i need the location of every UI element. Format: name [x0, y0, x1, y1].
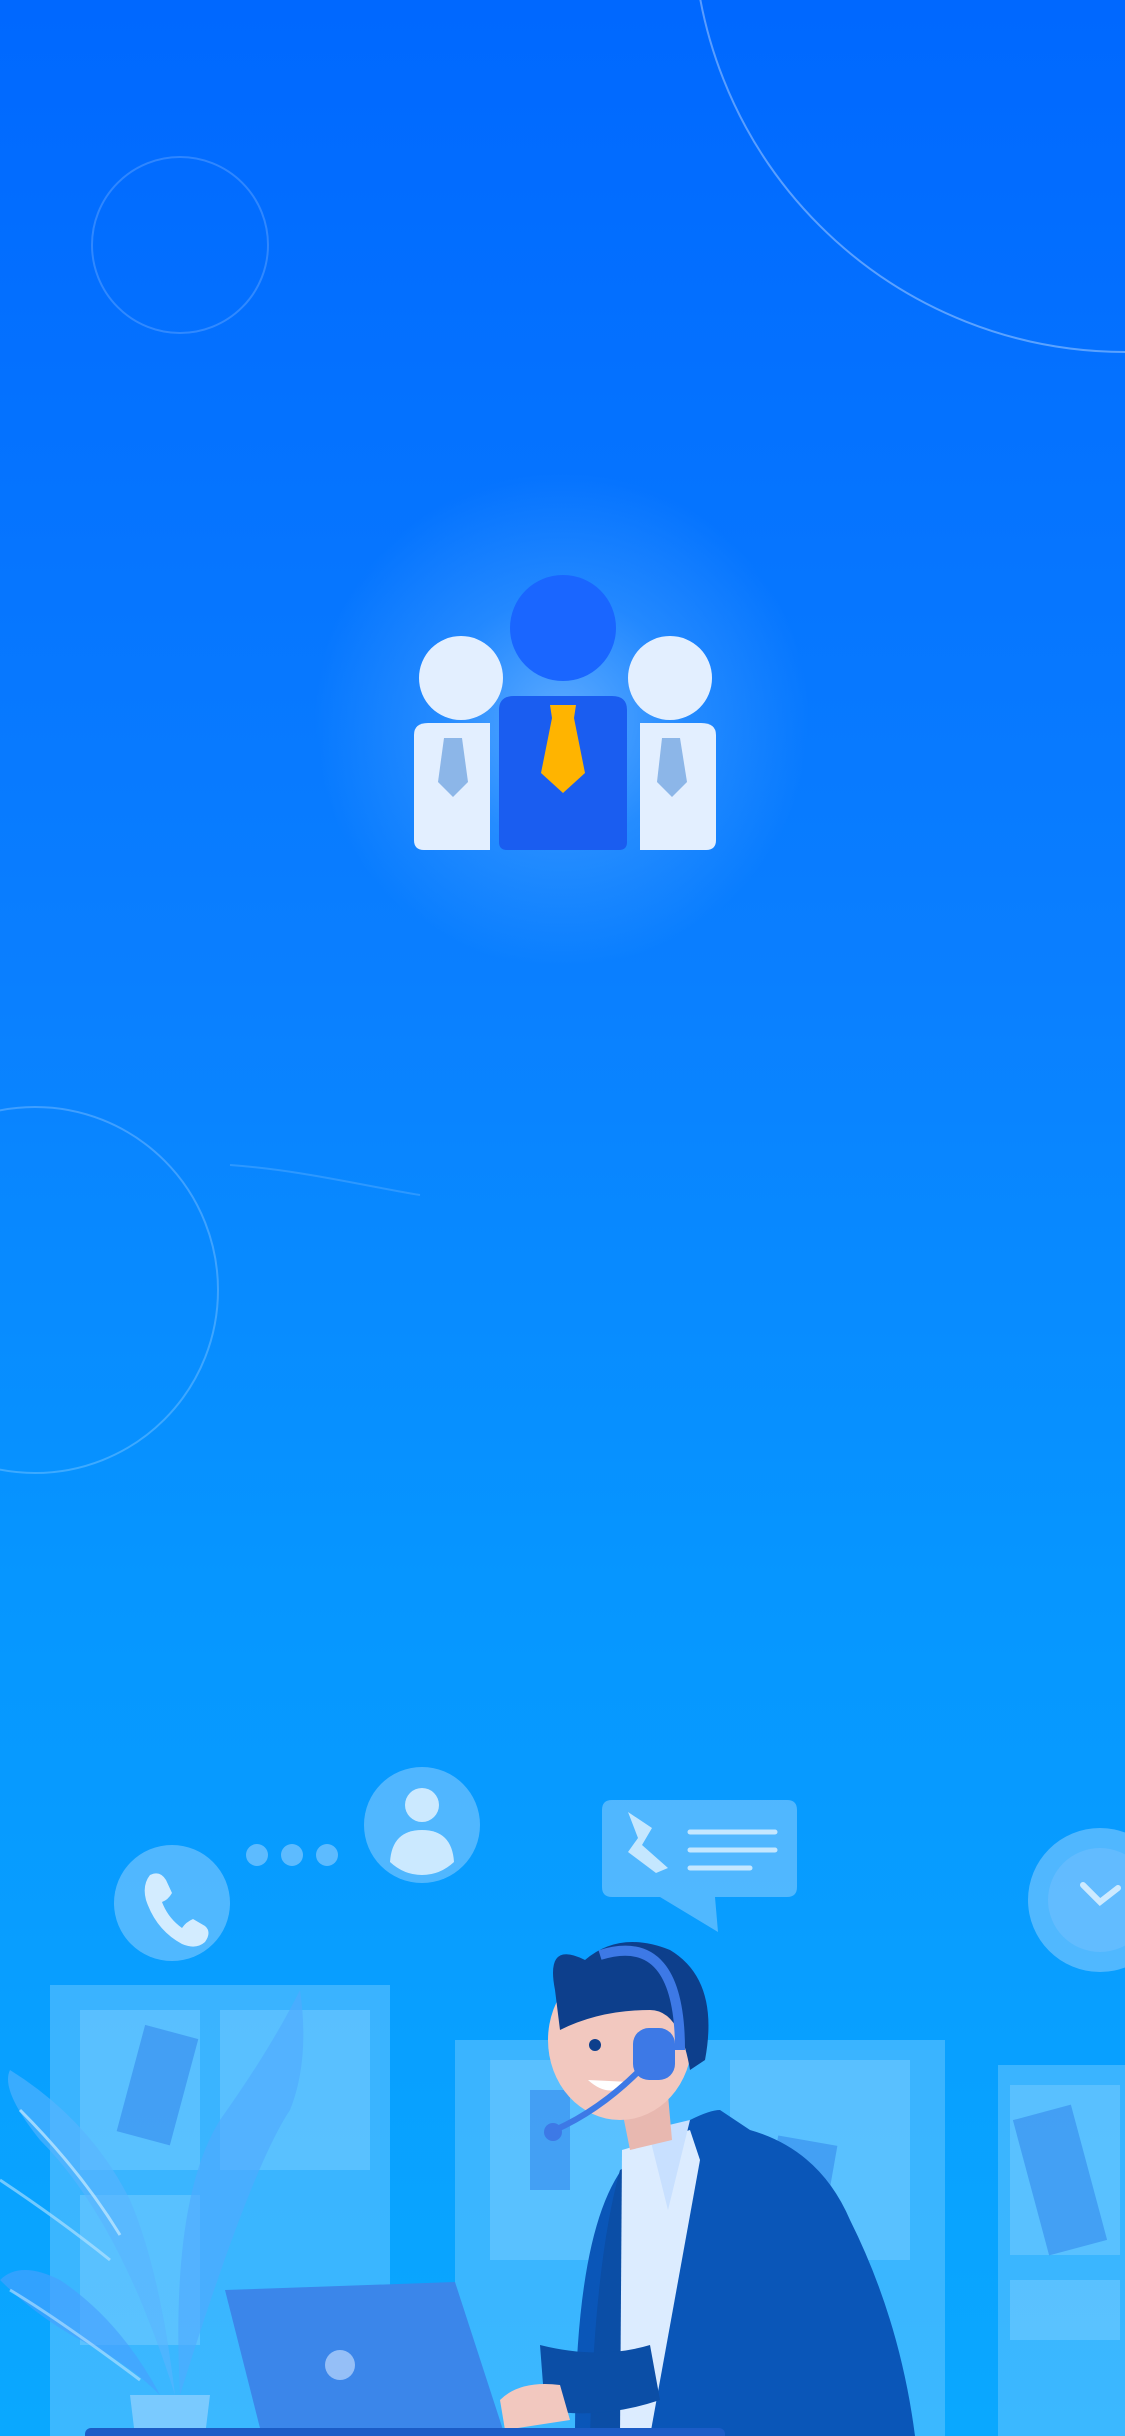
ellipsis-icon	[246, 1844, 338, 1866]
phone-icon	[114, 1845, 230, 1961]
customer-service-illustration	[0, 1767, 1125, 2436]
clock-icon	[1028, 1828, 1125, 1972]
chat-bubble-icon	[602, 1800, 797, 1932]
user-avatar-icon	[364, 1767, 480, 1883]
team-users-icon	[414, 575, 716, 850]
splash-screen	[0, 0, 1125, 2436]
